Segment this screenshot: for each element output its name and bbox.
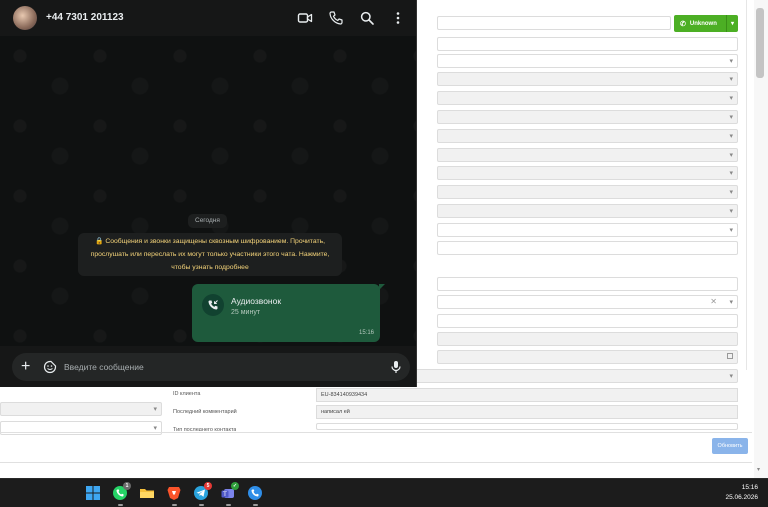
online-status-icon: ✓ bbox=[231, 482, 239, 490]
contact-name[interactable]: +44 7301 201123 bbox=[46, 12, 124, 23]
chevron-down-icon: ▾ bbox=[729, 208, 733, 215]
crm-phone-field[interactable] bbox=[437, 16, 671, 30]
chevron-down-icon: ▾ bbox=[729, 95, 733, 102]
chevron-down-icon: ▾ bbox=[729, 76, 733, 83]
client-id-label: ID клиента bbox=[173, 391, 201, 397]
chat-header: +44 7301 201123 bbox=[0, 0, 416, 36]
chevron-down-icon: ▾ bbox=[729, 227, 733, 234]
crm-field[interactable] bbox=[437, 332, 738, 346]
crm-multiselect[interactable]: ✕ ▾ bbox=[437, 295, 738, 309]
phone-call-icon[interactable] bbox=[328, 10, 344, 26]
running-indicator bbox=[199, 504, 204, 506]
chevron-down-icon: ▾ bbox=[729, 58, 733, 65]
crm-select[interactable]: ▾ bbox=[437, 166, 738, 180]
notification-badge: 5 bbox=[204, 482, 212, 490]
call-status-label: Unknown bbox=[689, 20, 717, 27]
message-time: 15:16 bbox=[358, 330, 374, 336]
crm-select[interactable]: ▾ bbox=[437, 72, 738, 86]
microphone-icon[interactable] bbox=[390, 360, 402, 379]
encryption-notice-line: прослушать или переслать их могут только… bbox=[90, 251, 330, 258]
crm-select[interactable]: ▾ bbox=[437, 110, 738, 124]
client-id-value[interactable]: EU-834140939434 bbox=[316, 388, 738, 402]
crm-select[interactable]: ▾ bbox=[437, 223, 738, 237]
chevron-down-icon: ▾ bbox=[729, 133, 733, 140]
chevron-down-icon: ▾ bbox=[729, 189, 733, 196]
running-indicator bbox=[253, 504, 258, 506]
call-message-bubble[interactable]: Аудиозвонок 25 минут 15:16 bbox=[192, 284, 385, 342]
crm-field[interactable] bbox=[437, 277, 738, 291]
chevron-down-icon: ▾ bbox=[153, 425, 157, 432]
attach-plus-icon[interactable]: + bbox=[21, 357, 30, 377]
clear-icon[interactable]: ✕ bbox=[710, 297, 717, 306]
crm-field[interactable] bbox=[437, 314, 738, 328]
crm-select[interactable]: ▾ bbox=[437, 204, 738, 218]
chevron-down-icon: ▾ bbox=[729, 373, 733, 380]
chat-messages-area[interactable]: Сегодня 🔒 Сообщения и звонки защищены ск… bbox=[0, 36, 416, 346]
last-comment-label: Последний комментарий bbox=[173, 409, 237, 415]
running-indicator bbox=[226, 504, 231, 506]
crm-date-field[interactable] bbox=[437, 350, 738, 364]
calendar-icon bbox=[727, 353, 733, 359]
divider bbox=[0, 462, 752, 463]
chevron-down-icon: ▾ bbox=[153, 406, 157, 413]
search-icon[interactable] bbox=[359, 10, 375, 26]
brave-browser-icon[interactable] bbox=[166, 485, 182, 506]
message-composer[interactable]: + Введите сообщение bbox=[12, 353, 410, 381]
message-input[interactable]: Введите сообщение bbox=[64, 362, 144, 372]
phone-icon: ✆ bbox=[680, 20, 686, 28]
whatsapp-icon[interactable]: 1 bbox=[112, 482, 131, 506]
chevron-down-icon[interactable]: ▾ bbox=[726, 15, 738, 32]
avatar[interactable] bbox=[13, 6, 37, 30]
chevron-down-icon: ▾ bbox=[729, 152, 733, 159]
last-comment-value[interactable]: написал ей bbox=[316, 405, 738, 419]
running-indicator bbox=[118, 504, 123, 506]
chevron-down-icon: ▾ bbox=[729, 114, 733, 121]
svg-text:T: T bbox=[222, 491, 227, 498]
running-indicator bbox=[172, 504, 177, 506]
sticker-icon[interactable] bbox=[43, 360, 57, 379]
taskbar: 1 5 T ✓ 15:16 25.06.2026 bbox=[0, 478, 768, 507]
file-explorer-icon[interactable] bbox=[139, 485, 155, 501]
calls-app-icon[interactable] bbox=[247, 485, 263, 506]
scroll-down-arrow-icon[interactable]: ▾ bbox=[757, 466, 760, 473]
telegram-icon[interactable]: 5 bbox=[193, 482, 212, 506]
crm-field[interactable] bbox=[437, 241, 738, 255]
whatsapp-chat-window: +44 7301 201123 Сегодня 🔒 Сообщения и зв… bbox=[0, 0, 417, 387]
update-button[interactable]: Обновить bbox=[712, 438, 748, 454]
windows-start-icon[interactable] bbox=[85, 485, 101, 501]
video-call-icon[interactable] bbox=[297, 10, 313, 26]
notification-badge: 1 bbox=[123, 482, 131, 490]
crm-select[interactable]: ▾ bbox=[437, 129, 738, 143]
chevron-down-icon: ▾ bbox=[729, 299, 733, 306]
crm-field[interactable] bbox=[437, 37, 738, 51]
divider bbox=[0, 432, 752, 433]
clock-time: 15:16 bbox=[741, 484, 758, 491]
system-clock[interactable]: 15:16 25.06.2026 bbox=[725, 483, 758, 503]
encryption-notice-line: 🔒 Сообщения и звонки защищены сквозным ш… bbox=[94, 238, 326, 245]
bubble-tail bbox=[379, 284, 385, 290]
crm-select[interactable]: ▾ bbox=[437, 185, 738, 199]
call-title: Аудиозвонок bbox=[231, 296, 282, 306]
scrollbar-thumb[interactable] bbox=[756, 8, 764, 78]
crm-form-panel: ▾ ▾ ▾ ▾ ▾ ▾ ▾ ▾ ▾ ▾ ✕ ▾ bbox=[437, 0, 747, 370]
call-duration: 25 минут bbox=[231, 309, 261, 316]
encryption-notice-line: чтобы узнать подробнее bbox=[171, 264, 249, 271]
incoming-call-icon bbox=[202, 294, 224, 316]
teams-icon[interactable]: T ✓ bbox=[220, 482, 239, 506]
crm-select[interactable]: ▾ bbox=[437, 148, 738, 162]
encryption-notice[interactable]: 🔒 Сообщения и звонки защищены сквозным ш… bbox=[78, 233, 342, 276]
crm-field[interactable] bbox=[316, 423, 738, 430]
crm-select[interactable]: ▾ bbox=[0, 402, 162, 416]
clock-date: 25.06.2026 bbox=[725, 494, 758, 501]
chevron-down-icon: ▾ bbox=[729, 170, 733, 177]
last-contact-label: Тип последнего контакта bbox=[173, 427, 237, 431]
call-status-button[interactable]: ✆ Unknown ▾ bbox=[674, 15, 738, 32]
crm-select[interactable]: ▾ bbox=[437, 91, 738, 105]
date-divider: Сегодня bbox=[188, 214, 227, 228]
more-options-icon[interactable] bbox=[390, 10, 406, 26]
crm-select[interactable]: ▾ bbox=[437, 54, 738, 68]
